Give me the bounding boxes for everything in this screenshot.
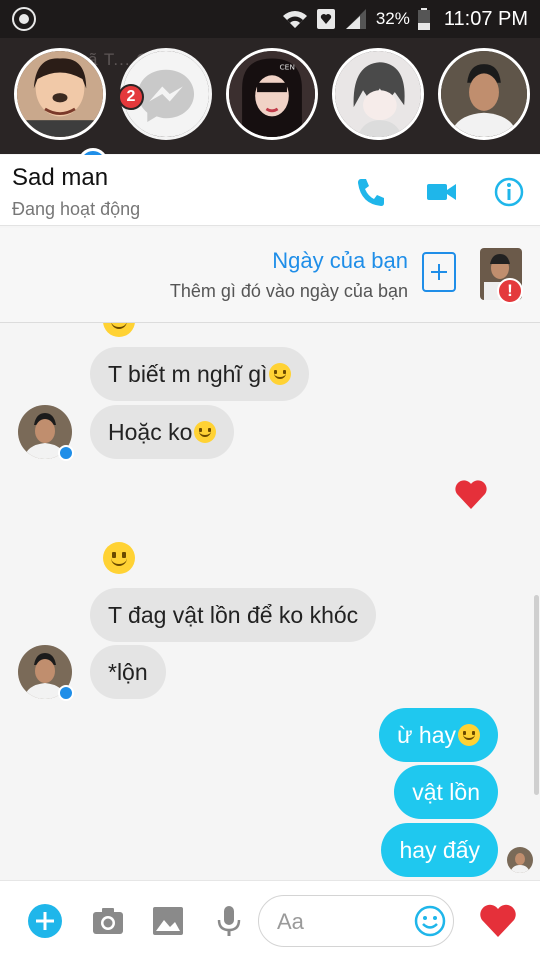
call-button[interactable] — [354, 175, 388, 209]
message-input-placeholder: Aa — [277, 909, 304, 934]
clock: 11:07 PM — [443, 7, 528, 30]
message-input[interactable]: Aa — [258, 895, 454, 947]
mic-icon — [217, 906, 241, 936]
emoji-button[interactable] — [413, 904, 447, 938]
send-heart-button[interactable] — [478, 901, 518, 939]
message-bubble-incoming[interactable]: *lộn — [90, 645, 166, 699]
status-icons: 32% 11:07 PM — [282, 0, 528, 38]
message-bubble-incoming[interactable]: T biết m nghĩ gì — [90, 347, 310, 401]
app-icon — [12, 7, 36, 31]
camera-button[interactable] — [90, 903, 126, 939]
message-bubble-incoming[interactable]: T đag vật lồn để ko khóc — [90, 588, 377, 642]
battery-icon — [417, 8, 430, 30]
emoji-icon — [103, 542, 135, 574]
chat-head-girl[interactable] — [14, 48, 106, 140]
info-icon — [494, 177, 524, 207]
message-text: hay đấy — [399, 836, 480, 863]
wifi-icon — [282, 8, 308, 30]
your-day-card[interactable]: Ngày của bạn Thêm gì đó vào ngày của bạn — [0, 228, 540, 323]
image-icon — [153, 907, 183, 935]
phone-icon — [358, 179, 384, 206]
heart-icon — [480, 904, 516, 937]
message-bubble-outgoing[interactable]: ừ hay — [379, 708, 498, 762]
message-bubble-incoming[interactable]: Hoặc ko — [90, 405, 235, 459]
composer-bar: Aa — [0, 880, 540, 961]
more-button[interactable] — [27, 903, 63, 939]
message-text: T biết m nghĩ gì — [108, 360, 268, 387]
message-text: ừ hay — [397, 721, 456, 748]
voice-button[interactable] — [211, 903, 247, 939]
battery-percent: 32% — [375, 9, 410, 28]
contact-name[interactable]: Sad man — [12, 164, 108, 192]
camera-icon — [93, 908, 123, 934]
message-list[interactable]: T biết m nghĩ gì Hoặc ko T đag vật lồn đ… — [0, 323, 540, 880]
your-day-subtitle: Thêm gì đó vào ngày của bạn — [169, 281, 408, 301]
conversation-header: Sad man Đang hoạt động — [0, 155, 540, 226]
seen-avatar — [507, 847, 533, 873]
message-text: T đag vật lồn để ko khóc — [108, 601, 359, 628]
gallery-button[interactable] — [150, 903, 186, 939]
add-to-day-button[interactable] — [422, 252, 456, 292]
signal-icon — [344, 8, 368, 30]
heart-reaction-icon — [455, 480, 487, 509]
plus-icon — [28, 904, 62, 938]
your-day-title: Ngày của bạn — [272, 248, 408, 273]
chat-heads-bar: ã T... Giá 2 CEN — [0, 38, 540, 193]
emoji-icon — [103, 323, 135, 337]
message-text: Hoặc ko — [108, 418, 193, 445]
status-bar: 32% 11:07 PM — [0, 0, 540, 38]
chat-head-anime[interactable] — [332, 48, 424, 140]
message-text: *lộn — [108, 658, 148, 685]
video-camera-icon — [427, 184, 456, 200]
scrollbar[interactable] — [534, 595, 539, 795]
smile-emoji-icon — [458, 724, 480, 746]
chat-head-sad-man[interactable] — [438, 48, 530, 140]
message-text: vật lồn — [412, 778, 480, 805]
alert-icon: ! — [497, 278, 523, 304]
messenger-badge-icon — [58, 445, 74, 461]
messenger-badge-icon — [58, 685, 74, 701]
video-call-button[interactable] — [424, 175, 458, 209]
chat-head-3-label: CEN — [279, 63, 295, 72]
info-button[interactable] — [492, 175, 526, 209]
unread-badge: 2 — [118, 84, 144, 110]
smile-emoji-icon — [194, 421, 217, 443]
contact-status: Đang hoạt động — [12, 199, 141, 219]
chat-head-girl-2[interactable]: CEN — [226, 48, 318, 140]
message-bubble-outgoing[interactable]: vật lồn — [394, 765, 498, 819]
message-bubble-outgoing[interactable]: hay đấy — [381, 823, 498, 877]
smile-emoji-icon — [269, 363, 292, 385]
heart-shield-icon — [316, 8, 336, 30]
emoji-icon — [414, 905, 446, 937]
